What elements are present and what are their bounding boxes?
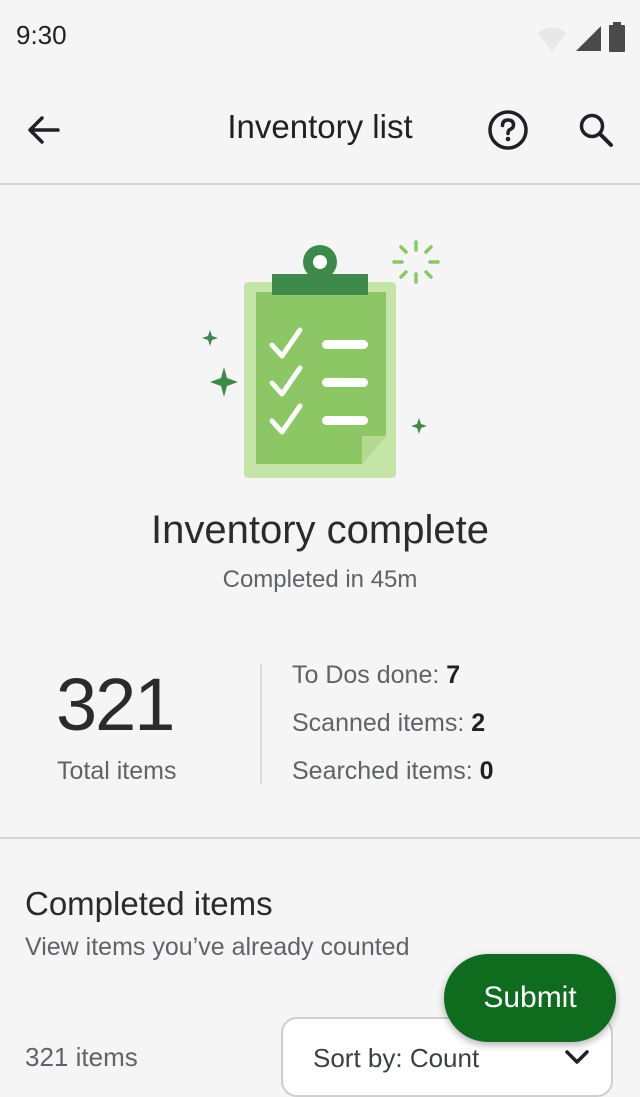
completion-subtitle: Completed in 45m — [222, 566, 418, 593]
submit-button[interactable]: Submit — [444, 954, 616, 1042]
completed-items-subtitle: View items you’ve already counted — [25, 933, 410, 961]
section-divider — [0, 837, 640, 839]
sort-label: Sort by: Count — [313, 1043, 480, 1073]
stat-label: To Dos done: — [292, 661, 447, 689]
stat-label: Scanned items: — [292, 709, 472, 737]
battery-icon — [609, 22, 625, 52]
items-count: 321 items — [25, 1042, 138, 1072]
stat-value: 2 — [471, 709, 486, 737]
status-time: 9:30 — [16, 20, 67, 50]
stats-divider — [260, 664, 262, 784]
completion-title: Inventory complete — [151, 508, 489, 552]
wifi-icon — [537, 27, 567, 51]
clipboard-checklist-illustration — [202, 240, 440, 478]
search-icon — [579, 113, 613, 147]
stat-label: Searched items: — [292, 757, 480, 785]
total-items-label: Total items — [57, 757, 177, 785]
help-circle-icon — [488, 110, 528, 150]
stat-value: 0 — [479, 757, 494, 785]
total-items-number: 321 — [56, 663, 175, 746]
help-button[interactable] — [486, 108, 530, 152]
status-icons — [536, 22, 626, 52]
completed-items-title: Completed items — [25, 885, 273, 922]
stat-scanned-items: Scanned items: 2 — [292, 709, 485, 738]
cellular-signal-icon — [576, 26, 601, 51]
page-title: Inventory list — [227, 108, 413, 145]
stat-searched-items: Searched items: 0 — [292, 757, 494, 786]
stat-value: 7 — [446, 661, 461, 689]
app-bar: Inventory list — [0, 72, 640, 185]
stat-todos-done: To Dos done: 7 — [292, 661, 460, 690]
chevron-down-icon — [565, 1050, 589, 1064]
status-bar: 9:30 — [0, 0, 640, 72]
search-button[interactable] — [574, 108, 618, 152]
